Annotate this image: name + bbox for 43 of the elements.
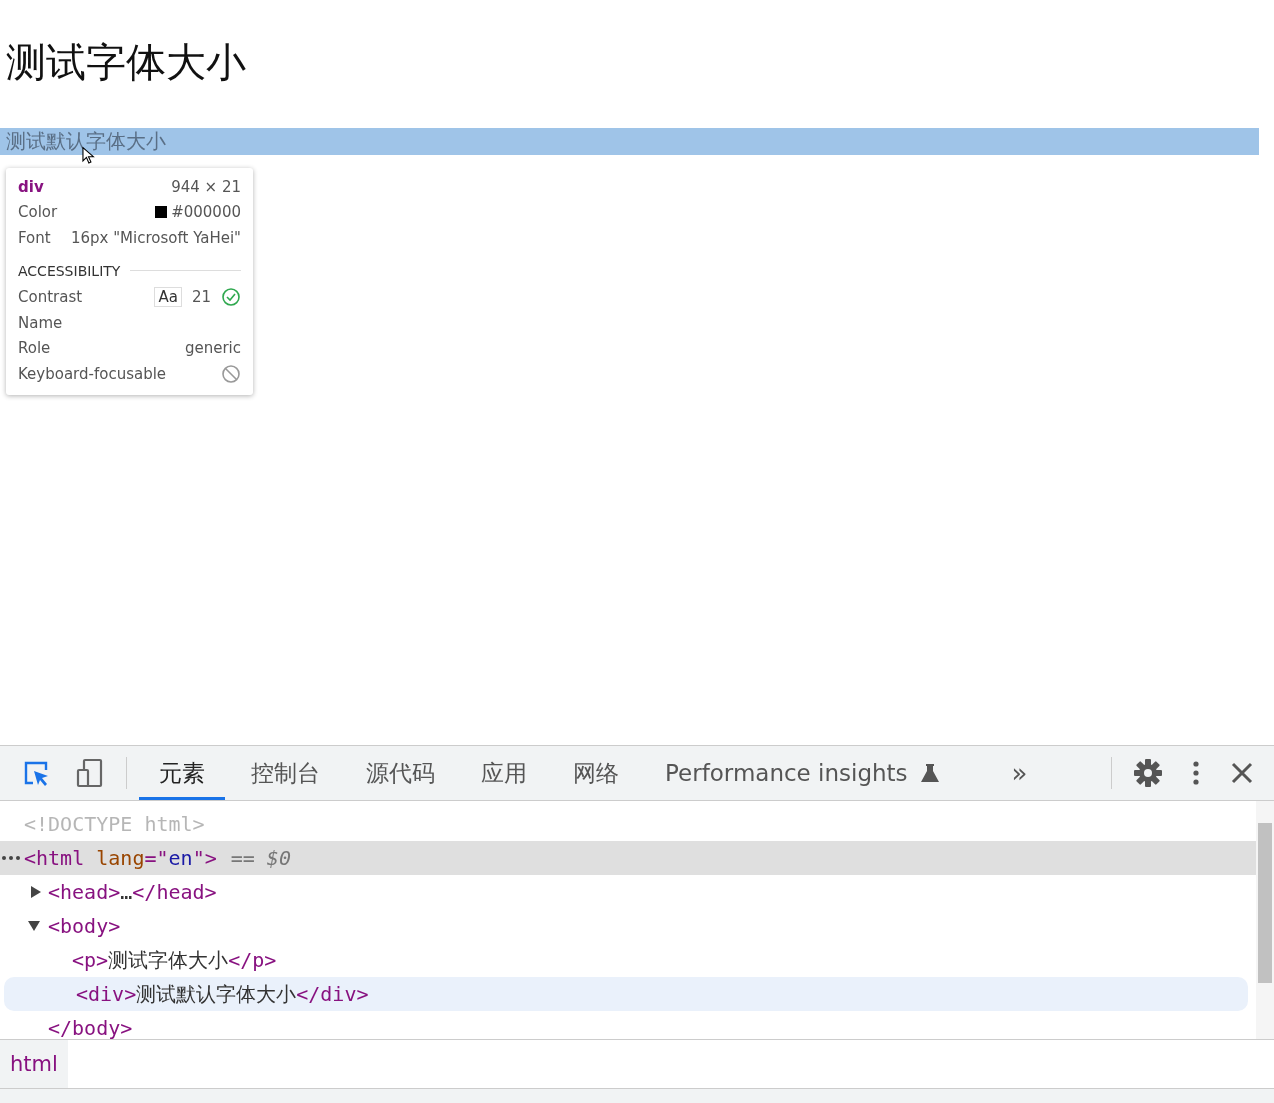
more-tabs-button[interactable]: » [1005,758,1034,788]
scrollbar[interactable] [1256,801,1274,1039]
breadcrumb[interactable]: html [0,1040,68,1088]
settings-icon[interactable] [1132,757,1164,789]
html-code: <head>…</head> [48,880,217,904]
html-code: <body> [48,914,121,938]
dom-node-row[interactable]: <html lang="en"> == $0 [0,841,1256,875]
property-value: generic [184,339,241,358]
property-value: 16px "Microsoft YaHei" [70,228,241,247]
html-code: </body> [48,1016,133,1040]
collapse-triangle-icon[interactable] [28,921,40,931]
html-code: <p>测试字体大小</p> [72,946,277,974]
panel-tab[interactable]: 元素 [139,746,225,800]
property-label: Keyboard-focusable [18,364,167,383]
element-size: 944 × 21 [171,177,241,196]
dom-node-row[interactable]: <p>测试字体大小</p> [0,943,1256,977]
dom-node-row[interactable]: <head>…</head> [0,875,1256,909]
dom-node-row[interactable]: <body> [0,909,1256,943]
html-code: <div>测试默认字体大小</div> [76,980,369,1008]
tag-name: div [18,177,44,196]
section-title: ACCESSIBILITY [18,262,121,279]
property-label: Role [18,339,51,358]
page-heading: 测试字体大小 [5,38,247,87]
property-label: Color [18,203,58,222]
property-value: #000000 [171,203,241,222]
property-label: Name [18,313,63,332]
contrast-sample: Aa [154,287,182,308]
more-dots-icon[interactable] [2,856,20,860]
contrast-ratio: 21 [191,288,211,307]
doctype-declaration: <!DOCTYPE html> [24,812,205,836]
expand-triangle-icon[interactable] [31,886,41,898]
dom-node-row[interactable]: <div>测试默认字体大小</div> [4,977,1248,1011]
panel-tab[interactable]: 应用 [461,746,547,800]
flask-icon [919,762,940,784]
panel-tab[interactable]: Performance insights [645,746,960,800]
panel-tab[interactable]: 控制台 [231,746,340,800]
panel-tab[interactable]: 网络 [553,746,639,800]
html-code: <html lang="en"> [24,846,217,870]
panel-tab[interactable]: 源代码 [346,746,455,800]
selected-marker: == $0 [230,846,291,870]
property-label: Contrast [18,288,83,307]
highlighted-text: 测试默认字体大小 [0,128,1259,155]
property-label: Font [18,228,51,247]
